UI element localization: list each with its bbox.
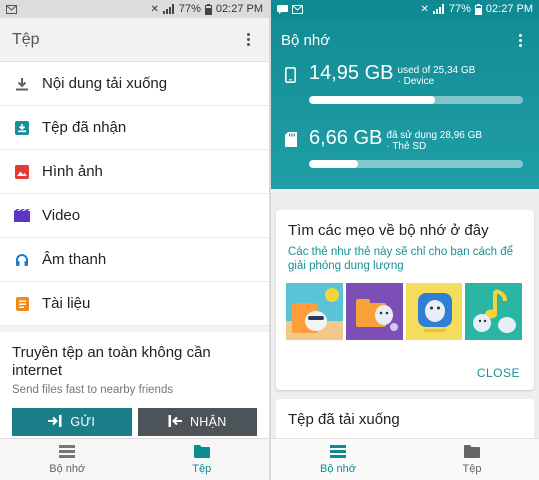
tab-storage-label: Bộ nhớ — [320, 462, 356, 475]
clock: 02:27 PM — [485, 3, 533, 15]
tab-files-label: Tệp — [462, 462, 482, 475]
signal-icon — [432, 4, 445, 14]
sdcard-usage-fill — [309, 160, 359, 168]
downloaded-files-title: Tệp đã tải xuống — [288, 411, 400, 428]
bottom-navigation: Bộ nhớ Tệp — [271, 438, 539, 480]
phone-icon — [285, 67, 301, 88]
share-card: Truyền tệp an toàn không cần internet Se… — [0, 332, 269, 450]
storage-tips-card: Tìm các mẹo về bộ nhớ ở đây Các thẻ như … — [276, 210, 534, 390]
category-list: Nội dung tải xuống Tệp đã nhận Hình ảnh … — [0, 62, 269, 326]
device-usage-fill — [309, 96, 436, 104]
share-title: Truyền tệp an toàn không cần internet — [12, 344, 211, 379]
illustration-music — [465, 283, 522, 340]
storage-header: ✕ 77% 02:27 PM Bộ nhớ 14,95 GB used of 2… — [271, 0, 539, 189]
tips-illustrations — [286, 283, 522, 340]
storage-screen: ✕ 77% 02:27 PM Bộ nhớ 14,95 GB used of 2… — [271, 0, 539, 480]
clock: 02:27 PM — [215, 3, 263, 15]
tab-storage[interactable]: Bộ nhớ — [271, 439, 405, 480]
app-bar: Bộ nhớ — [271, 18, 539, 62]
illustration-beach — [286, 283, 343, 340]
files-screen: ✕ 77% 02:27 PM Tệp Nội dung tải xuống Tệ… — [0, 0, 269, 480]
battery-level: 77% — [448, 3, 471, 15]
close-button[interactable]: CLOSE — [477, 366, 520, 380]
video-icon — [14, 208, 30, 224]
tab-files[interactable]: Tệp — [135, 439, 270, 480]
headphones-icon — [14, 252, 30, 268]
notification-icon — [6, 4, 17, 14]
device-label: · Device — [397, 76, 435, 87]
document-icon — [14, 296, 30, 312]
image-icon — [14, 164, 30, 180]
device-usage-bar — [309, 96, 523, 104]
downloaded-files-card[interactable]: Tệp đã tải xuống — [276, 399, 534, 439]
sd-card-icon — [285, 132, 301, 152]
more-options-icon[interactable] — [239, 33, 257, 46]
menu-item-documents[interactable]: Tài liệu — [0, 282, 269, 326]
download-icon — [14, 76, 30, 92]
tab-storage-label: Bộ nhớ — [49, 462, 86, 475]
sdcard-total: đã sử dụng 28,96 GB — [386, 130, 483, 141]
battery-icon — [474, 3, 482, 15]
receive-icon — [168, 414, 182, 430]
page-title: Tệp — [12, 30, 40, 48]
receive-button[interactable]: NHẬN — [137, 408, 257, 436]
menu-item-label: Tệp đã nhận — [42, 119, 127, 136]
message-icon — [277, 4, 288, 14]
folder-icon — [193, 444, 210, 461]
battery-level: 77% — [178, 3, 201, 15]
menu-item-label: Tài liệu — [42, 295, 91, 312]
tips-title: Tìm các mẹo về bộ nhớ ở đây — [288, 222, 489, 239]
more-options-icon[interactable] — [511, 33, 529, 47]
menu-item-images[interactable]: Hình ảnh — [0, 150, 269, 194]
tab-storage[interactable]: Bộ nhớ — [0, 439, 135, 480]
sdcard-used: 6,66 GB — [309, 127, 383, 149]
status-bar: ✕ 77% 02:27 PM — [0, 0, 269, 18]
mute-icon: ✕ — [420, 3, 429, 15]
receive-label: NHẬN — [189, 415, 227, 429]
menu-item-label: Hình ảnh — [42, 163, 103, 180]
status-bar: ✕ 77% 02:27 PM — [271, 0, 539, 18]
tab-files-label: Tệp — [192, 462, 212, 475]
illustration-folder — [345, 283, 403, 340]
page-title: Bộ nhớ — [281, 31, 331, 49]
tab-files[interactable]: Tệp — [405, 439, 539, 480]
sdcard-usage-bar — [309, 160, 523, 168]
menu-item-label: Nội dung tải xuống — [42, 75, 168, 92]
menu-item-label: Âm thanh — [42, 251, 107, 268]
share-subtitle: Send files fast to nearby friends — [12, 384, 174, 396]
menu-item-received-files[interactable]: Tệp đã nhận — [0, 106, 269, 150]
send-label: GỬI — [70, 415, 96, 429]
tips-description: Các thẻ như thẻ này sẽ chỉ cho bạn cách … — [288, 246, 514, 272]
bottom-navigation: Bộ nhớ Tệp — [0, 438, 269, 480]
storage-icon — [59, 444, 76, 461]
device-total: used of 25,34 GB — [397, 65, 476, 76]
menu-item-label: Video — [42, 207, 81, 224]
signal-icon — [162, 4, 175, 14]
illustration-app — [405, 283, 463, 340]
menu-item-downloads[interactable]: Nội dung tải xuống — [0, 62, 269, 106]
send-button[interactable]: GỬI — [12, 408, 132, 436]
device-storage[interactable]: 14,95 GB used of 25,34 GB · Device — [285, 62, 523, 104]
mute-icon: ✕ — [150, 3, 159, 15]
app-bar: Tệp — [0, 18, 269, 62]
device-used: 14,95 GB — [309, 62, 394, 84]
inbox-icon — [14, 120, 30, 136]
sdcard-storage[interactable]: 6,66 GB đã sử dụng 28,96 GB · Thẻ SD — [285, 127, 523, 168]
send-icon — [48, 414, 62, 430]
menu-item-video[interactable]: Video — [0, 194, 269, 238]
menu-item-audio[interactable]: Âm thanh — [0, 238, 269, 282]
battery-icon — [204, 3, 212, 15]
sdcard-label: · Thẻ SD — [386, 141, 427, 152]
storage-icon — [330, 444, 346, 461]
folder-icon — [464, 444, 480, 461]
notification-icon — [292, 4, 303, 14]
